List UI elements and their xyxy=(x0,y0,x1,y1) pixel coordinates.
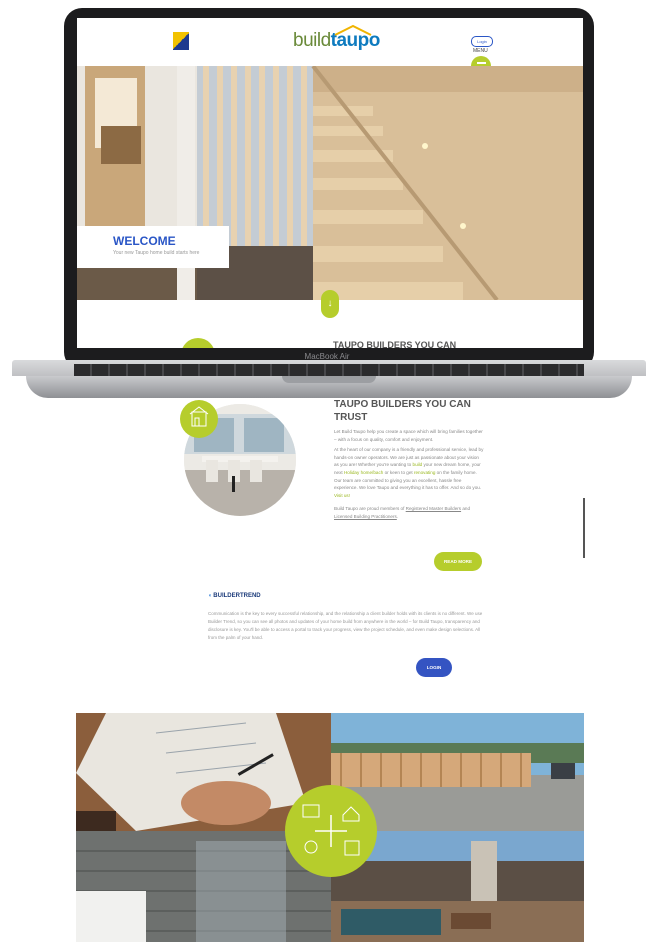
scroll-down-button[interactable]: ↓ xyxy=(321,290,339,318)
section-title-partial: TAUPO BUILDERS YOU CAN xyxy=(333,340,457,348)
plus-icon xyxy=(315,815,347,847)
link-renovating[interactable]: renovating xyxy=(414,470,435,475)
buildertrend-text: Communication is the key to every succes… xyxy=(208,611,483,640)
about-text: Let Build Taupo help you create a space … xyxy=(334,428,484,521)
site-logo[interactable]: buildtaupo xyxy=(293,30,380,52)
building-icon xyxy=(344,840,360,856)
link-holiday-home[interactable]: Holiday home/bach xyxy=(344,470,383,475)
hero-subtitle: Your new Taupo home build starts here xyxy=(113,250,200,256)
menu-icon xyxy=(477,62,486,64)
about-p3-text: . xyxy=(396,513,399,519)
brand-light: build xyxy=(293,30,331,51)
login-button[interactable]: LOGIN xyxy=(416,658,452,677)
section-title: TAUPO BUILDERS YOU CAN TRUST xyxy=(334,399,471,423)
arrow-down-icon: ↓ xyxy=(327,298,333,309)
about-p3-text: Build Taupo are proud members of xyxy=(334,506,406,512)
about-p3-text: and xyxy=(461,506,471,512)
about-paragraph-3: Build Taupo are proud members of Registe… xyxy=(334,505,484,520)
plan-icon xyxy=(302,804,320,818)
link-build[interactable]: build xyxy=(413,462,423,467)
hero-title: WELCOME xyxy=(113,234,176,248)
link-visit-us[interactable]: Visit us! xyxy=(334,493,350,498)
brand-bold: taupo xyxy=(330,30,381,51)
scrollbar[interactable] xyxy=(583,498,585,558)
gear-icon xyxy=(304,840,318,854)
buildertrend-logo: ◖ BUILDERTREND xyxy=(208,593,261,599)
house-plan-icon xyxy=(189,406,209,427)
buildertrend-badge[interactable]: Login xyxy=(471,36,493,47)
laptop-screen: buildtaupo Login MENU WELCOME Your new T… xyxy=(77,18,583,348)
master-builders-logo[interactable] xyxy=(173,32,189,50)
services-icons xyxy=(302,804,360,856)
link-master-builders[interactable]: Registered Master Builders xyxy=(406,506,461,511)
about-paragraph-2: At the heart of our company is a friendl… xyxy=(334,446,484,499)
read-more-button[interactable]: READ MORE xyxy=(434,552,482,571)
feature-icon-circle xyxy=(180,400,218,438)
house-icon xyxy=(342,806,360,822)
menu-label: MENU xyxy=(473,48,488,54)
feature-circle-partial xyxy=(181,338,215,348)
services-circle[interactable] xyxy=(285,785,377,877)
buildertrend-logo-text: BUILDERTREND xyxy=(213,593,261,599)
about-paragraph-1: Let Build Taupo help you create a space … xyxy=(334,429,483,442)
link-lbp[interactable]: Licensed Building Practitioners xyxy=(334,514,397,519)
about-p2-text: or keen to get xyxy=(383,469,414,475)
